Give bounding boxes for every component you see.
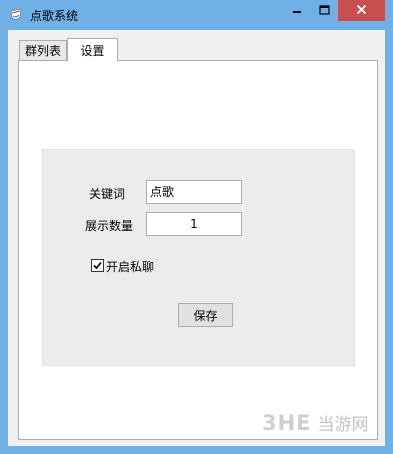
display-count-label: 展示数量 [85,219,134,233]
minimize-button[interactable] [283,0,310,21]
tab-label: 设置 [80,43,105,58]
watermark: 3HE 当游网 [262,410,369,436]
keyword-label: 关键词 [89,187,126,201]
close-icon [356,4,367,18]
app-icon [9,8,23,22]
window-title: 点歌系统 [30,9,79,23]
save-button[interactable]: 保存 [178,303,233,327]
maximize-icon [319,4,330,18]
keyword-input[interactable]: 点歌 [146,180,242,204]
settings-panel: 关键词 点歌 展示数量 1 开启私聊 保存 [42,149,355,366]
maximize-button[interactable] [311,0,338,21]
tab-settings[interactable]: 设置 [67,38,118,61]
close-button[interactable] [338,0,385,21]
client-area: 群列表 设置 关键词 点歌 展示数量 1 开启私聊 保存 [8,30,385,446]
watermark-text: 当游网 [317,415,369,435]
app-window: 点歌系统 群列表 设置 关键词 点歌 展示数量 1 开启私聊 保存 3HE 当游… [0,0,393,454]
watermark-logo: 3HE [262,410,312,435]
tab-label: 群列表 [24,44,61,58]
minimize-icon [292,4,302,18]
tab-group-list[interactable]: 群列表 [19,40,67,60]
private-chat-checkbox[interactable] [91,259,104,272]
settings-tab-page: 关键词 点歌 展示数量 1 开启私聊 保存 [18,60,378,440]
title-bar[interactable]: 点歌系统 [0,0,393,30]
display-count-input[interactable]: 1 [146,212,242,236]
private-chat-label[interactable]: 开启私聊 [106,258,154,275]
